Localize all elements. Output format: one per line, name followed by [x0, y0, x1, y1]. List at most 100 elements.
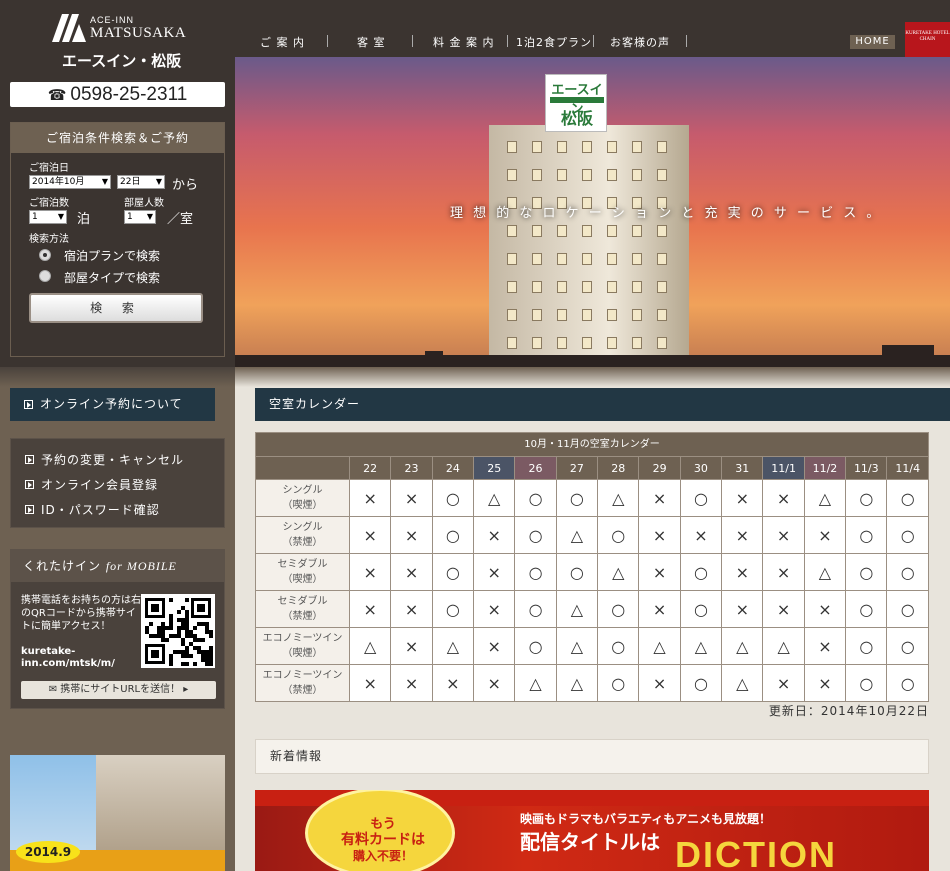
nights-select[interactable]: 1	[29, 210, 67, 224]
day-select[interactable]: 22日	[117, 175, 165, 189]
availability-cell[interactable]: ○	[514, 516, 557, 554]
availability-calendar: 10月・11月の空室カレンダー 22 23 24 25 26 27 28 29 30 31 11/1…	[255, 432, 929, 702]
tower-window	[582, 141, 592, 153]
search-button[interactable]: 検 索	[29, 293, 203, 323]
people-select[interactable]: 1	[124, 210, 156, 224]
brand-name-jp: エースイン・松阪	[62, 52, 182, 70]
availability-cell[interactable]: △	[638, 627, 681, 665]
availability-cell[interactable]: △	[597, 479, 640, 517]
availability-cell[interactable]: △	[555, 516, 599, 554]
availability-cell: ×	[638, 479, 681, 517]
availability-cell[interactable]: ○	[597, 627, 640, 665]
availability-cell[interactable]: ○	[514, 627, 557, 665]
availability-cell[interactable]: △	[555, 590, 599, 628]
brand-sub: ACE-INN	[90, 15, 135, 25]
availability-cell[interactable]: △	[762, 627, 805, 665]
link-id-password[interactable]: ID・パスワード確認	[25, 501, 160, 518]
nav-reviews[interactable]: お客様の声	[610, 34, 670, 50]
calendar-room-row: エコノミーツイン （禁煙） × × × × △ △ ○ × ○ △ × × ○ ○	[255, 664, 929, 702]
availability-cell: ×	[803, 516, 847, 554]
availability-cell: ×	[348, 553, 392, 591]
availability-cell[interactable]: △	[721, 627, 764, 665]
calendar-day-header: 11/1	[762, 456, 805, 480]
badge-line-3: 購入不要！	[352, 849, 413, 863]
calendar-day-header: 27	[555, 456, 599, 480]
availability-cell[interactable]: ○	[845, 664, 888, 702]
availability-cell: ×	[638, 553, 681, 591]
availability-cell: ×	[762, 590, 805, 628]
availability-cell[interactable]: ○	[845, 627, 888, 665]
nav-rooms[interactable]: 客 室	[357, 34, 386, 50]
radio-room-search[interactable]	[39, 270, 51, 282]
online-booking-button[interactable]: オンライン予約について	[10, 388, 215, 421]
availability-cell[interactable]: △	[348, 627, 392, 665]
calendar-day-header: 11/4	[886, 456, 929, 480]
availability-cell[interactable]: ○	[845, 553, 888, 591]
availability-cell[interactable]: ○	[431, 553, 475, 591]
month-select[interactable]: 2014年10月	[29, 175, 111, 189]
tower-window	[532, 169, 542, 181]
tower-window	[507, 337, 517, 349]
availability-cell: ×	[390, 516, 433, 554]
availability-cell[interactable]: ○	[886, 627, 929, 665]
banner-badge: もう 有料カードは 購入不要！	[305, 790, 455, 871]
availability-cell[interactable]: ○	[886, 664, 929, 702]
availability-cell[interactable]: ○	[514, 479, 557, 517]
availability-cell[interactable]: △	[431, 627, 475, 665]
link-change-cancel[interactable]: 予約の変更・キャンセル	[25, 451, 184, 468]
calendar-day-header: 22	[348, 456, 392, 480]
promo-banner[interactable]: 2014.9	[10, 755, 225, 871]
availability-cell[interactable]: ○	[886, 553, 929, 591]
availability-cell: ×	[390, 627, 433, 665]
radio-plan-search[interactable]	[39, 249, 51, 261]
availability-cell[interactable]: ○	[555, 553, 599, 591]
availability-cell[interactable]: ○	[597, 516, 640, 554]
availability-cell[interactable]: ○	[886, 479, 929, 517]
availability-cell[interactable]: △	[597, 553, 640, 591]
availability-cell[interactable]: ○	[679, 479, 723, 517]
send-url-button[interactable]: ✉ 携帯にサイトURLを送信！ ▸	[21, 681, 216, 699]
tower-window	[657, 281, 667, 293]
availability-cell[interactable]: ○	[679, 590, 723, 628]
nav-guide[interactable]: ご 案 内	[260, 34, 305, 50]
link-member-register[interactable]: オンライン会員登録	[25, 476, 158, 493]
availability-cell[interactable]: △	[679, 627, 723, 665]
availability-cell[interactable]: ○	[555, 479, 599, 517]
availability-cell[interactable]: △	[721, 664, 764, 702]
availability-cell[interactable]: △	[514, 664, 557, 702]
chain-logo[interactable]: KURETAKE HOTEL CHAIN	[905, 22, 950, 57]
logo-mark-icon	[52, 14, 86, 42]
availability-cell[interactable]: ○	[845, 479, 888, 517]
availability-cell[interactable]: ○	[514, 590, 557, 628]
availability-cell[interactable]: ○	[514, 553, 557, 591]
availability-cell[interactable]: ○	[431, 479, 475, 517]
availability-cell[interactable]: ○	[845, 516, 888, 554]
calendar-day-header: 23	[390, 456, 433, 480]
availability-cell[interactable]: ○	[597, 664, 640, 702]
availability-cell[interactable]: ○	[679, 553, 723, 591]
availability-cell: ×	[762, 553, 805, 591]
availability-cell[interactable]: ○	[597, 590, 640, 628]
availability-cell[interactable]: ○	[886, 590, 929, 628]
sign-bottom-text: 松阪	[560, 109, 593, 128]
availability-cell[interactable]: △	[473, 479, 516, 517]
top-navigation: ご 案 内 客 室 料 金 案 内 1泊2食プラン お客様の声 HOME KUR…	[235, 0, 950, 57]
nav-prices[interactable]: 料 金 案 内	[433, 34, 495, 50]
availability-cell[interactable]: △	[803, 479, 847, 517]
availability-cell[interactable]: ○	[845, 590, 888, 628]
tower-window	[507, 225, 517, 237]
availability-cell: ×	[803, 664, 847, 702]
availability-cell[interactable]: △	[555, 627, 599, 665]
tower-window	[532, 141, 542, 153]
tower-window	[507, 309, 517, 321]
home-button[interactable]: HOME	[850, 35, 895, 49]
vod-banner[interactable]: もう 有料カードは 購入不要！ 映画もドラマもバラエティもアニメも見放題！ 配信…	[255, 790, 929, 871]
availability-cell[interactable]: △	[555, 664, 599, 702]
availability-cell: ×	[473, 590, 516, 628]
availability-cell[interactable]: △	[803, 553, 847, 591]
availability-cell[interactable]: ○	[679, 664, 723, 702]
availability-cell[interactable]: ○	[431, 590, 475, 628]
nav-meal-plan[interactable]: 1泊2食プラン	[516, 34, 592, 50]
availability-cell[interactable]: ○	[431, 516, 475, 554]
availability-cell[interactable]: ○	[886, 516, 929, 554]
